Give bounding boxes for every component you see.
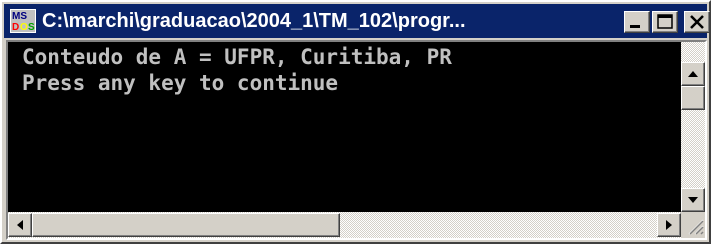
svg-text:D: D: [12, 22, 19, 33]
maximize-icon: [657, 14, 673, 29]
svg-text:S: S: [28, 22, 35, 33]
console-line: Conteudo de A = UFPR, Curitiba, PR: [22, 45, 452, 69]
arrow-down-icon: [688, 197, 698, 203]
resize-grip[interactable]: [681, 212, 705, 238]
horizontal-scroll-thumb[interactable]: [32, 213, 340, 237]
close-button[interactable]: [684, 11, 710, 33]
svg-text:O: O: [20, 22, 28, 33]
scroll-down-button[interactable]: [681, 188, 705, 212]
close-icon: [690, 15, 704, 29]
minimize-button[interactable]: [624, 11, 650, 33]
title-bar[interactable]: MS D O S C:\marchi\graduacao\2004_1\TM_1…: [4, 4, 710, 38]
minimize-icon: [630, 25, 640, 28]
scroll-right-button[interactable]: [657, 213, 681, 237]
maximize-button[interactable]: [652, 11, 678, 33]
console-window: MS D O S C:\marchi\graduacao\2004_1\TM_1…: [0, 0, 711, 244]
console-line: Press any key to continue: [22, 71, 339, 95]
window-title: C:\marchi\graduacao\2004_1\TM_102\progr.…: [42, 10, 466, 32]
ms-dos-icon: MS D O S: [10, 9, 36, 33]
scroll-up-button[interactable]: [681, 62, 705, 86]
resize-grip-icon: [688, 219, 704, 235]
console-output[interactable]: Conteudo de A = UFPR, Curitiba, PR Press…: [8, 42, 681, 212]
arrow-right-icon: [666, 220, 672, 230]
horizontal-scrollbar[interactable]: [8, 212, 681, 238]
console-client-area: Conteudo de A = UFPR, Curitiba, PR Press…: [6, 40, 707, 240]
vertical-scroll-thumb[interactable]: [681, 86, 705, 110]
svg-text:MS: MS: [12, 11, 27, 22]
arrow-up-icon: [688, 71, 698, 77]
vertical-scrollbar[interactable]: [681, 42, 705, 212]
arrow-left-icon: [17, 220, 23, 230]
scroll-left-button[interactable]: [8, 213, 32, 237]
